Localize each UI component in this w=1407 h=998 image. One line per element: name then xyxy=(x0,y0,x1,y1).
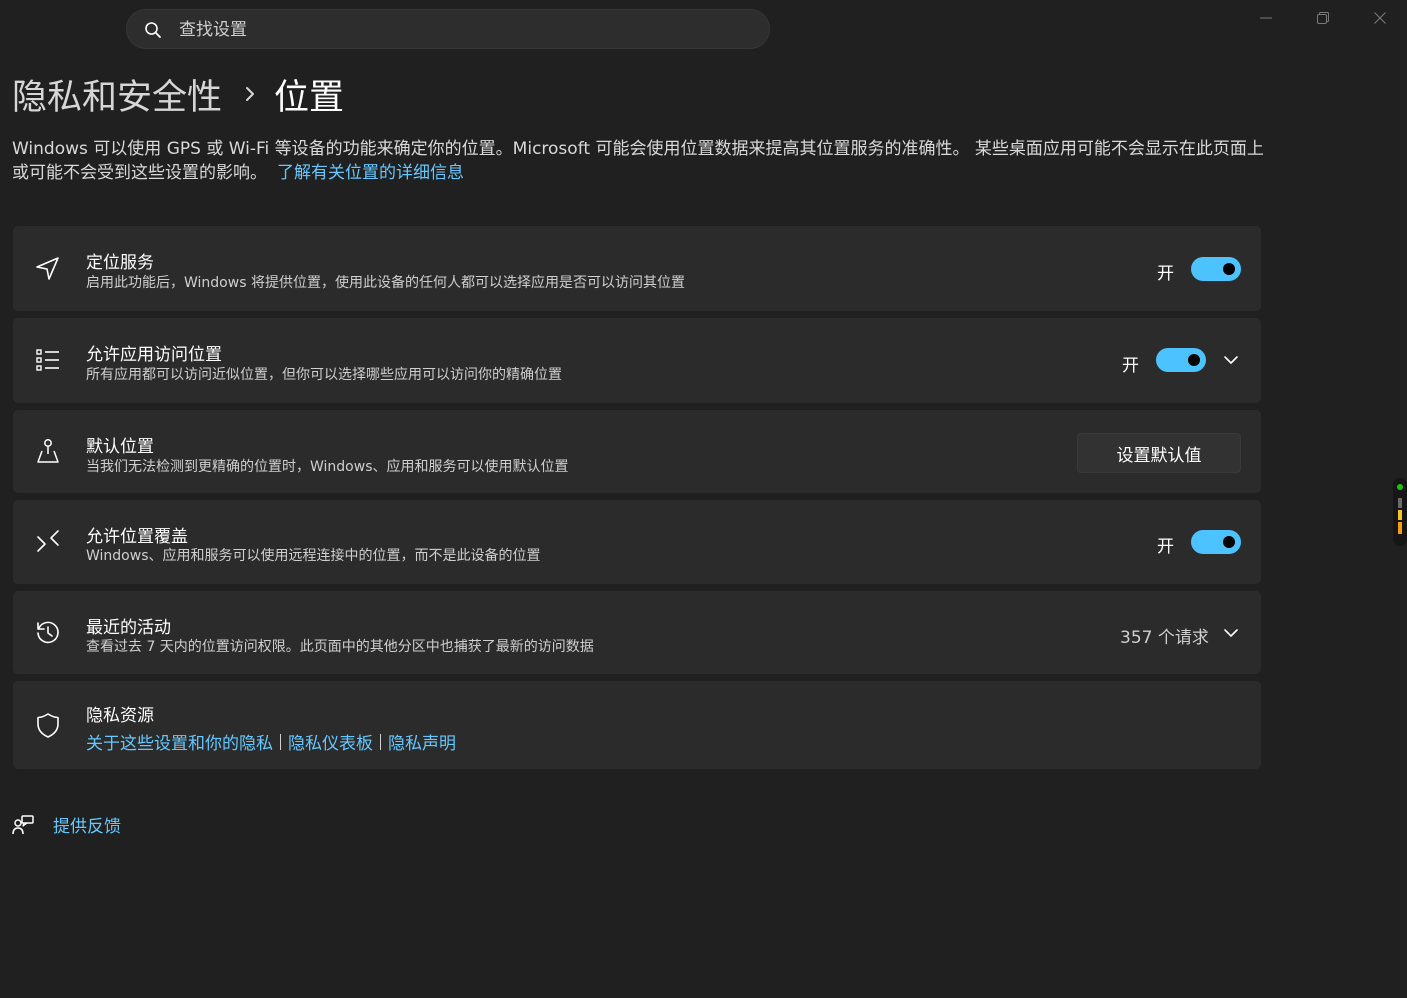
page-title: 位置 xyxy=(274,77,345,118)
setting-title: 允许位置覆盖 xyxy=(86,527,188,547)
search-icon xyxy=(145,22,161,38)
description-text: Windows 可以使用 GPS 或 Wi-Fi 等设备的功能来确定你的位置。M… xyxy=(12,139,1264,183)
default-location-icon xyxy=(37,439,59,463)
privacy-resources-card: 隐私资源 关于这些设置和你的隐私 隐私仪表板 隐私声明 xyxy=(13,681,1261,769)
feedback-row: 提供反馈 xyxy=(12,812,121,837)
shield-icon xyxy=(37,713,59,738)
setting-title: 定位服务 xyxy=(86,253,154,273)
status-dot xyxy=(1397,484,1403,490)
app-location-access-toggle[interactable] xyxy=(1156,348,1206,372)
breadcrumb-parent-link[interactable]: 隐私和安全性 xyxy=(12,69,222,120)
learn-more-link[interactable]: 了解有关位置的详细信息 xyxy=(277,163,464,183)
close-button[interactable] xyxy=(1352,0,1407,36)
setting-title: 隐私资源 xyxy=(86,706,154,726)
scroll-indicator[interactable] xyxy=(1393,478,1407,546)
privacy-settings-info-link[interactable]: 关于这些设置和你的隐私 xyxy=(86,729,273,754)
toggle-state-label: 开 xyxy=(1157,264,1174,284)
request-count: 357 个请求 xyxy=(1120,628,1209,648)
setting-title: 允许应用访问位置 xyxy=(86,345,222,365)
search-box[interactable] xyxy=(126,9,770,49)
setting-title: 默认位置 xyxy=(86,437,154,457)
location-override-icon xyxy=(37,530,59,552)
history-icon xyxy=(37,621,59,644)
give-feedback-link[interactable]: 提供反馈 xyxy=(53,812,121,837)
toggle-knob xyxy=(1223,263,1235,275)
toggle-state-label: 开 xyxy=(1122,356,1139,376)
restore-icon xyxy=(1317,12,1329,24)
setting-description: 当我们无法检测到更精确的位置时，Windows、应用和服务可以使用默认位置 xyxy=(86,459,569,475)
location-override-toggle[interactable] xyxy=(1191,530,1241,554)
minimize-button[interactable] xyxy=(1238,0,1294,36)
privacy-statement-link[interactable]: 隐私声明 xyxy=(388,729,456,754)
page-description: Windows 可以使用 GPS 或 Wi-Fi 等设备的功能来确定你的位置。M… xyxy=(12,137,1267,185)
indicator-bar xyxy=(1398,522,1402,534)
setting-description: 启用此功能后，Windows 将提供位置，使用此设备的任何人都可以选择应用是否可… xyxy=(86,275,685,291)
recent-activity-card[interactable]: 最近的活动 查看过去 7 天内的位置访问权限。此页面中的其他分区中也捕获了最新的… xyxy=(13,591,1261,674)
toggle-knob xyxy=(1188,354,1200,366)
minimize-icon xyxy=(1260,17,1272,19)
link-separator xyxy=(380,733,381,750)
location-arrow-icon xyxy=(36,257,59,280)
chevron-down-icon[interactable] xyxy=(1223,625,1239,641)
indicator-bar xyxy=(1398,498,1402,508)
feedback-icon xyxy=(12,814,34,834)
restore-button[interactable] xyxy=(1295,0,1351,36)
search-input[interactable] xyxy=(177,16,741,44)
default-location-card: 默认位置 当我们无法检测到更精确的位置时，Windows、应用和服务可以使用默认… xyxy=(13,410,1261,493)
indicator-bar xyxy=(1398,510,1402,520)
chevron-right-icon xyxy=(244,85,256,103)
toggle-state-label: 开 xyxy=(1157,537,1174,557)
link-separator xyxy=(280,733,281,750)
breadcrumb: 隐私和安全性 位置 xyxy=(12,66,344,122)
setting-description: 查看过去 7 天内的位置访问权限。此页面中的其他分区中也捕获了最新的访问数据 xyxy=(86,639,594,655)
location-override-card: 允许位置覆盖 Windows、应用和服务可以使用远程连接中的位置，而不是此设备的… xyxy=(13,500,1261,584)
setting-description: 所有应用都可以访问近似位置，但你可以选择哪些应用可以访问你的精确位置 xyxy=(86,367,562,383)
setting-description: Windows、应用和服务可以使用远程连接中的位置，而不是此设备的位置 xyxy=(86,548,541,564)
location-services-toggle[interactable] xyxy=(1191,257,1241,281)
close-icon xyxy=(1374,12,1386,24)
setting-title: 最近的活动 xyxy=(86,618,171,638)
set-default-button[interactable]: 设置默认值 xyxy=(1077,433,1241,473)
settings-window: 隐私和安全性 位置 Windows 可以使用 GPS 或 Wi-Fi 等设备的功… xyxy=(0,0,1407,998)
app-list-icon xyxy=(36,349,59,371)
privacy-dashboard-link[interactable]: 隐私仪表板 xyxy=(288,729,373,754)
toggle-knob xyxy=(1223,536,1235,548)
privacy-links: 关于这些设置和你的隐私 隐私仪表板 隐私声明 xyxy=(86,729,456,754)
chevron-down-icon[interactable] xyxy=(1223,352,1239,368)
location-services-card: 定位服务 启用此功能后，Windows 将提供位置，使用此设备的任何人都可以选择… xyxy=(13,226,1261,311)
app-location-access-card[interactable]: 允许应用访问位置 所有应用都可以访问近似位置，但你可以选择哪些应用可以访问你的精… xyxy=(13,318,1261,403)
